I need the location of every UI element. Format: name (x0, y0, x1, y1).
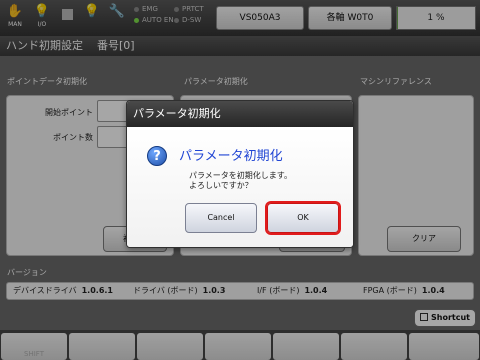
dialog-title: パラメータ初期化 (127, 101, 353, 127)
dialog-heading: パラメータ初期化 (179, 149, 283, 164)
ok-button[interactable]: OK (267, 203, 339, 233)
question-icon: ? (147, 146, 167, 166)
dialog-message-line2: よろしいですか？ (189, 181, 253, 190)
confirm-dialog: パラメータ初期化 ? パラメータ初期化 パラメータを初期化します。 よろしいです… (126, 100, 354, 248)
pendant-screen: ✋ MAN 💡 I/O 💡 🔧 EMG AUTO EN PRTCT D-SW V… (0, 0, 480, 360)
cancel-button[interactable]: Cancel (185, 203, 257, 233)
dialog-body: ? パラメータ初期化 パラメータを初期化します。 よろしいですか？ Cancel… (127, 127, 353, 247)
